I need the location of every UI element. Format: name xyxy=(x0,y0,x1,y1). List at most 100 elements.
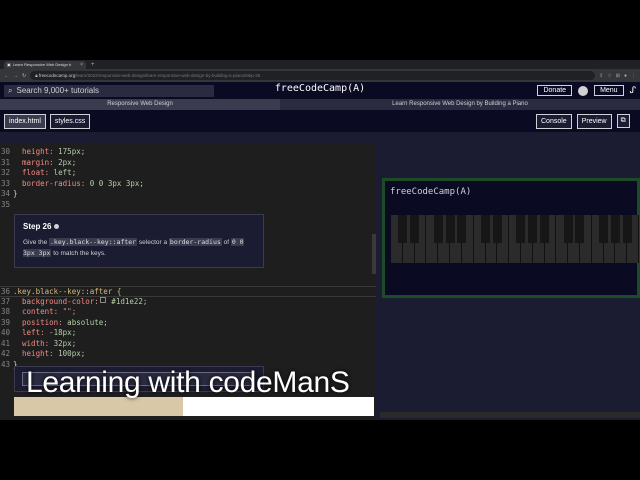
code-line[interactable]: 36 .key.black--key::after { xyxy=(0,286,376,297)
preview-scrollbar[interactable] xyxy=(380,412,640,418)
browser-tab-title: Learn Responsive Web Design b xyxy=(12,62,72,67)
code-line[interactable]: 33 border-radius: 0 0 3px 3px; xyxy=(0,179,376,190)
line-number: 41 xyxy=(0,338,10,348)
address-bar[interactable]: 🔒︎ freecodecamp.org /learn/2022/responsi… xyxy=(30,71,596,80)
breadcrumb-course[interactable]: Responsive Web Design xyxy=(0,99,280,110)
breadcrumb: Responsive Web Design Learn Responsive W… xyxy=(0,99,640,110)
flame-icon: ᔑ xyxy=(629,85,636,95)
color-swatch-icon[interactable] xyxy=(99,296,106,303)
code-value: 32px; xyxy=(49,338,77,348)
code-selector: .key.black--key::after { xyxy=(13,287,122,296)
back-icon[interactable]: ← xyxy=(4,73,9,79)
bookmark-star-icon[interactable]: ☆ xyxy=(607,73,611,79)
piano-black-key xyxy=(563,215,573,243)
piano-black-key xyxy=(622,215,632,243)
code-property: float: xyxy=(22,168,50,177)
code-value: absolute; xyxy=(62,317,108,327)
code-line[interactable]: 31 margin: 2px; xyxy=(0,158,376,169)
search-icon: ⌕ xyxy=(8,85,13,95)
preview-logo: freeCodeCamp(A) xyxy=(390,187,472,197)
tab-index-html[interactable]: index.html xyxy=(4,113,46,129)
line-number: 36 xyxy=(0,287,10,296)
popout-preview-icon[interactable]: ⧉ xyxy=(616,114,630,128)
reload-icon[interactable]: ↻ xyxy=(22,73,26,79)
line-number: 39 xyxy=(0,317,10,327)
close-tab-icon[interactable]: × xyxy=(80,62,83,68)
selector-code: .key.black--key::after xyxy=(49,238,138,246)
search-box[interactable]: ⌕ Search 9,000+ tutorials xyxy=(4,84,214,97)
code-line[interactable]: 32 float: left; xyxy=(0,168,376,179)
donate-button[interactable]: Donate xyxy=(537,85,573,96)
new-tab-button[interactable]: + xyxy=(91,62,95,68)
code-property: position: xyxy=(22,317,63,327)
code-value: 175px; xyxy=(53,147,86,156)
console-button[interactable]: Console xyxy=(536,113,572,129)
code-line[interactable]: 42 height: 100px; xyxy=(0,349,376,360)
screen: ▣ Learn Responsive Web Design b × + ← → … xyxy=(0,60,640,420)
code-value: 0 0 3px 3px; xyxy=(85,178,144,188)
extensions-icon[interactable]: ⊞ xyxy=(616,73,620,79)
browser-tabstrip: ▣ Learn Responsive Web Design b × + xyxy=(0,60,640,69)
line-number: 40 xyxy=(0,328,10,337)
code-line[interactable]: 37 background-color: #1d1e22; xyxy=(0,296,376,308)
code-brace: } xyxy=(13,189,18,198)
code-line[interactable]: 40 left: -18px; xyxy=(0,328,376,339)
piano-black-key xyxy=(575,215,585,243)
step-title: Step 26 xyxy=(23,222,52,231)
code-line[interactable]: 35 xyxy=(0,200,376,211)
fcc-logo[interactable]: freeCodeCamp(A) xyxy=(275,83,365,94)
step-status-icon xyxy=(54,224,60,229)
fcc-navbar: ⌕ Search 9,000+ tutorials freeCodeCamp(A… xyxy=(0,82,640,99)
preview-button[interactable]: Preview xyxy=(576,113,612,129)
piano-black-key xyxy=(445,215,455,243)
code-line[interactable]: 38 content: ""; xyxy=(0,307,376,318)
forward-icon[interactable]: → xyxy=(13,73,18,79)
tab-styles-css[interactable]: styles.css xyxy=(49,113,91,129)
code-property: height: xyxy=(22,349,54,358)
preview-pane: freeCodeCamp(A) xyxy=(380,144,640,420)
code-line[interactable]: 41 width: 32px; xyxy=(0,339,376,350)
piano-black-key xyxy=(410,215,420,243)
line-number: 37 xyxy=(0,296,10,306)
piano-black-key xyxy=(457,215,467,243)
line-number: 42 xyxy=(0,349,10,358)
property-code: border-radius xyxy=(168,238,222,246)
piano-black-key xyxy=(433,215,443,243)
preview-frame: freeCodeCamp(A) xyxy=(382,178,640,298)
code-value: -18px; xyxy=(44,328,77,337)
line-number: 38 xyxy=(0,307,10,316)
piano-keys xyxy=(391,215,640,263)
breadcrumb-project[interactable]: Learn Responsive Web Design by Building … xyxy=(280,99,640,110)
browser-tab[interactable]: ▣ Learn Responsive Web Design b × xyxy=(4,60,86,69)
profile-icon[interactable]: ● xyxy=(624,73,627,79)
code-line[interactable]: 34} xyxy=(0,189,376,200)
piano-black-key xyxy=(398,215,408,243)
line-number: 30 xyxy=(0,147,10,156)
line-number: 31 xyxy=(0,157,10,167)
code-property: border-radius: xyxy=(22,178,86,188)
code-property: content: xyxy=(22,307,59,316)
code-value: 2px; xyxy=(53,157,77,167)
piano-black-key xyxy=(516,215,526,243)
search-input[interactable]: Search 9,000+ tutorials xyxy=(16,86,99,95)
code-value: 100px; xyxy=(53,349,86,358)
code-line[interactable]: 30 height: 175px; xyxy=(0,147,376,158)
step-description: Give the .key.black--key::after selector… xyxy=(23,238,244,257)
code-line[interactable]: 39 position: absolute; xyxy=(0,318,376,329)
line-number: 43 xyxy=(0,359,10,369)
browser-toolbar: ← → ↻ 🔒︎ freecodecamp.org /learn/2022/re… xyxy=(0,69,640,82)
line-number: 32 xyxy=(0,168,10,177)
line-number: 34 xyxy=(0,189,10,198)
piano-black-key xyxy=(480,215,490,243)
fcc-favicon-icon: ▣ xyxy=(7,62,11,67)
menu-button[interactable]: Menu xyxy=(594,85,624,96)
share-icon[interactable]: ⇪ xyxy=(599,73,603,79)
code-value: left; xyxy=(49,168,77,177)
browser-menu-icon[interactable]: ⋮ xyxy=(631,73,636,79)
avatar[interactable] xyxy=(578,85,589,96)
editor-scrollbar[interactable] xyxy=(372,234,376,274)
piano-black-key xyxy=(528,215,538,243)
code-property: background-color: xyxy=(22,296,99,306)
code-string: ""; xyxy=(58,307,77,316)
video-caption: Learning with codeManS xyxy=(26,366,350,399)
